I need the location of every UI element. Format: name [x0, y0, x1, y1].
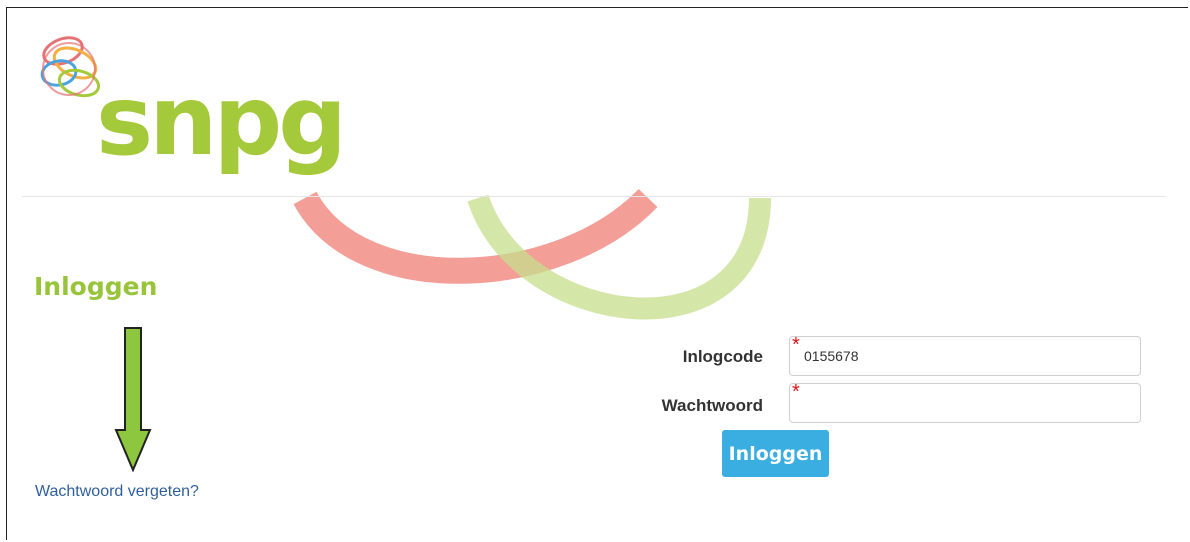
- forgot-password-link[interactable]: Wachtwoord vergeten?: [35, 483, 199, 501]
- required-marker: *: [792, 381, 800, 403]
- login-code-value: 0155678: [804, 348, 859, 364]
- login-code-input[interactable]: * 0155678: [789, 334, 1141, 376]
- login-code-label: Inlogcode: [682, 347, 763, 366]
- page-title: Inloggen: [34, 272, 158, 301]
- header-divider: [22, 196, 1166, 197]
- password-label: Wachtwoord: [661, 396, 763, 415]
- arrow-down-icon: [114, 327, 152, 472]
- password-input[interactable]: *: [789, 381, 1141, 423]
- login-button[interactable]: Inloggen: [722, 430, 829, 477]
- brand-wordmark: snpg: [96, 65, 347, 177]
- required-marker: *: [792, 334, 800, 356]
